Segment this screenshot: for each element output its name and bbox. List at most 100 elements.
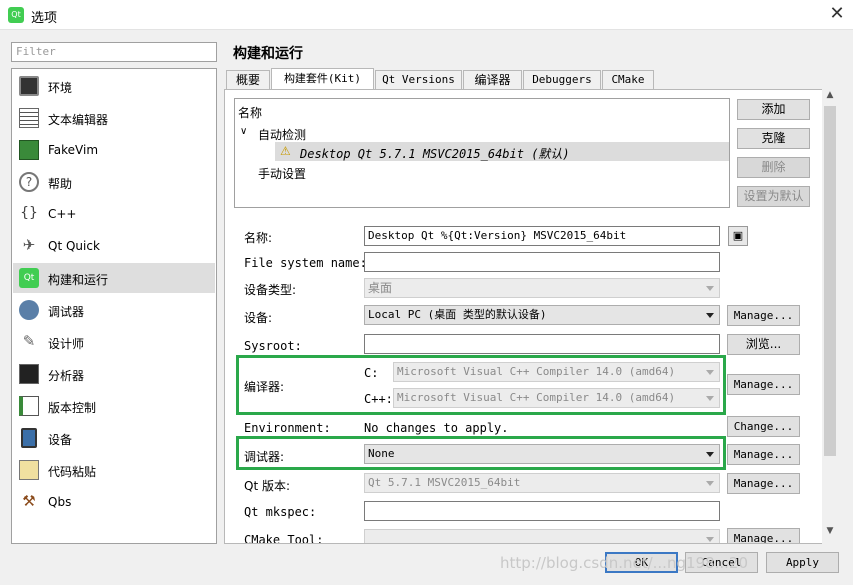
environment-label: Environment: xyxy=(244,421,331,435)
fakevim-icon xyxy=(19,140,39,160)
page-title: 构建和运行 xyxy=(233,46,303,62)
environment-value: No changes to apply. xyxy=(364,421,509,435)
c-compiler-label: C: xyxy=(364,366,379,380)
sidebar-item-fakevim[interactable]: FakeVim xyxy=(13,135,215,165)
sidebar-item-help[interactable]: ? 帮助 xyxy=(13,167,215,197)
device-value: Local PC (桌面 类型的默认设备) xyxy=(368,308,547,321)
tab-qt-versions[interactable]: Qt Versions xyxy=(375,70,462,89)
devices-icon xyxy=(21,428,37,448)
tab-compilers[interactable]: 编译器 xyxy=(463,70,522,89)
tab-debuggers[interactable]: Debuggers xyxy=(523,70,601,89)
compiler-manage-button[interactable]: Manage... xyxy=(727,374,800,395)
scroll-down-icon[interactable]: ▼ xyxy=(822,526,838,540)
kit-tree-manual-group[interactable]: 手动设置 xyxy=(258,165,306,182)
add-kit-button[interactable]: 添加 xyxy=(737,99,810,120)
cpp-compiler-value: Microsoft Visual C++ Compiler 14.0 (amd6… xyxy=(397,391,676,404)
compiler-label: 编译器: xyxy=(244,380,285,394)
sidebar-item-label: 设备 xyxy=(48,433,73,447)
device-label: 设备: xyxy=(244,311,273,325)
sidebar-item-label: 代码粘贴 xyxy=(48,465,97,479)
sidebar-item-label: 版本控制 xyxy=(48,401,97,415)
filter-input[interactable]: Filter xyxy=(11,42,217,62)
sidebar-item-designer[interactable]: ✎ 设计师 xyxy=(13,327,215,357)
qt-app-icon: Qt xyxy=(8,7,24,23)
monitor-icon xyxy=(19,76,39,96)
sidebar-item-label: FakeVim xyxy=(48,143,99,157)
sidebar-item-label: Qbs xyxy=(48,495,72,509)
sidebar-item-label: C++ xyxy=(48,207,77,221)
sidebar-item-label: 文本编辑器 xyxy=(48,113,109,127)
device-icon-button[interactable]: ▣ xyxy=(728,226,748,246)
title-bar: Qt 选项 ✕ xyxy=(0,0,853,30)
sidebar-item-qbs[interactable]: ⚒ Qbs xyxy=(13,487,215,517)
sidebar-item-devices[interactable]: 设备 xyxy=(13,423,215,453)
sidebar-item-environment[interactable]: 环境 xyxy=(13,71,215,101)
watermark-text: http://blog.csdn.net/...ng198...20 xyxy=(500,554,748,572)
qt-version-manage-button[interactable]: Manage... xyxy=(727,473,800,494)
sidebar-item-debugger[interactable]: 调试器 xyxy=(13,295,215,325)
kit-tree-item-desktop[interactable]: Desktop Qt 5.7.1 MSVC2015_64bit (默认) xyxy=(300,145,570,162)
sidebar-item-version-control[interactable]: 版本控制 xyxy=(13,391,215,421)
tab-overview[interactable]: 概要 xyxy=(226,70,270,89)
mkspec-label: Qt mkspec: xyxy=(244,505,317,519)
kit-tree-auto-group[interactable]: 自动检测 xyxy=(258,126,306,143)
name-label: 名称: xyxy=(244,231,273,245)
scrollbar-thumb[interactable] xyxy=(824,106,836,456)
window-title: 选项 xyxy=(31,11,58,26)
close-icon[interactable]: ✕ xyxy=(826,3,848,25)
sidebar-item-analyzer[interactable]: 分析器 xyxy=(13,359,215,389)
clone-kit-button[interactable]: 克隆 xyxy=(737,128,810,149)
device-type-combo[interactable]: 桌面 xyxy=(364,278,720,298)
remove-kit-button[interactable]: 删除 xyxy=(737,157,810,178)
sidebar-item-qtquick[interactable]: ✈ Qt Quick xyxy=(13,231,215,261)
analyzer-icon xyxy=(19,364,39,384)
browse-button[interactable]: 浏览... xyxy=(727,334,800,355)
apply-button[interactable]: Apply xyxy=(766,552,839,573)
debugger-combo[interactable]: None xyxy=(364,444,720,464)
scroll-up-icon[interactable]: ▲ xyxy=(822,90,838,104)
version-control-icon xyxy=(19,396,39,416)
debugger-label: 调试器: xyxy=(244,450,285,464)
sidebar-item-text-editor[interactable]: 文本编辑器 xyxy=(13,103,215,133)
sidebar-item-code-paste[interactable]: 代码粘贴 xyxy=(13,455,215,485)
cmake-row-clip: CMake Tool: Manage... xyxy=(225,527,821,543)
warning-icon: ⚠ xyxy=(280,144,291,158)
c-compiler-combo[interactable]: Microsoft Visual C++ Compiler 14.0 (amd6… xyxy=(393,362,720,382)
designer-icon: ✎ xyxy=(22,332,36,350)
tab-cmake[interactable]: CMake xyxy=(602,70,654,89)
cpp-compiler-label: C++: xyxy=(364,392,393,406)
qt-version-label: Qt 版本: xyxy=(244,479,291,493)
tab-kits[interactable]: 构建套件(Kit) xyxy=(271,68,374,90)
debugger-icon xyxy=(19,300,39,320)
debugger-value: None xyxy=(368,447,395,460)
environment-change-button[interactable]: Change... xyxy=(727,416,800,437)
cmake-tool-combo[interactable] xyxy=(364,529,720,543)
device-combo[interactable]: Local PC (桌面 类型的默认设备) xyxy=(364,305,720,325)
text-editor-icon xyxy=(19,108,39,128)
kit-name-field[interactable]: Desktop Qt %{Qt:Version} MSVC2015_64bit xyxy=(364,226,720,246)
cmake-manage-button[interactable]: Manage... xyxy=(727,528,800,543)
sidebar-item-build-run[interactable]: Qt 构建和运行 xyxy=(13,263,215,293)
qt-version-combo[interactable]: Qt 5.7.1 MSVC2015_64bit xyxy=(364,473,720,493)
debugger-manage-button[interactable]: Manage... xyxy=(727,444,800,465)
sidebar-item-label: 环境 xyxy=(48,81,73,95)
qt-version-value: Qt 5.7.1 MSVC2015_64bit xyxy=(368,476,521,489)
make-default-button[interactable]: 设置为默认 xyxy=(737,186,810,207)
help-icon: ? xyxy=(19,172,39,192)
sidebar-item-label: Qt Quick xyxy=(48,239,100,253)
sysroot-field[interactable] xyxy=(364,334,720,354)
mkspec-field[interactable] xyxy=(364,501,720,521)
chevron-down-icon[interactable]: ∨ xyxy=(240,126,247,137)
sidebar-item-label: 设计师 xyxy=(48,337,85,351)
cpp-compiler-combo[interactable]: Microsoft Visual C++ Compiler 14.0 (amd6… xyxy=(393,388,720,408)
cpp-icon: {} xyxy=(20,205,38,221)
hammer-icon: ⚒ xyxy=(22,492,36,510)
c-compiler-value: Microsoft Visual C++ Compiler 14.0 (amd6… xyxy=(397,365,676,378)
device-type-label: 设备类型: xyxy=(244,283,297,297)
sysroot-label: Sysroot: xyxy=(244,339,302,353)
fs-name-field[interactable] xyxy=(364,252,720,272)
device-manage-button[interactable]: Manage... xyxy=(727,305,800,326)
sidebar-item-label: 帮助 xyxy=(48,177,73,191)
sidebar-item-cpp[interactable]: {} C++ xyxy=(13,199,215,229)
sidebar-item-label: 调试器 xyxy=(48,305,85,319)
